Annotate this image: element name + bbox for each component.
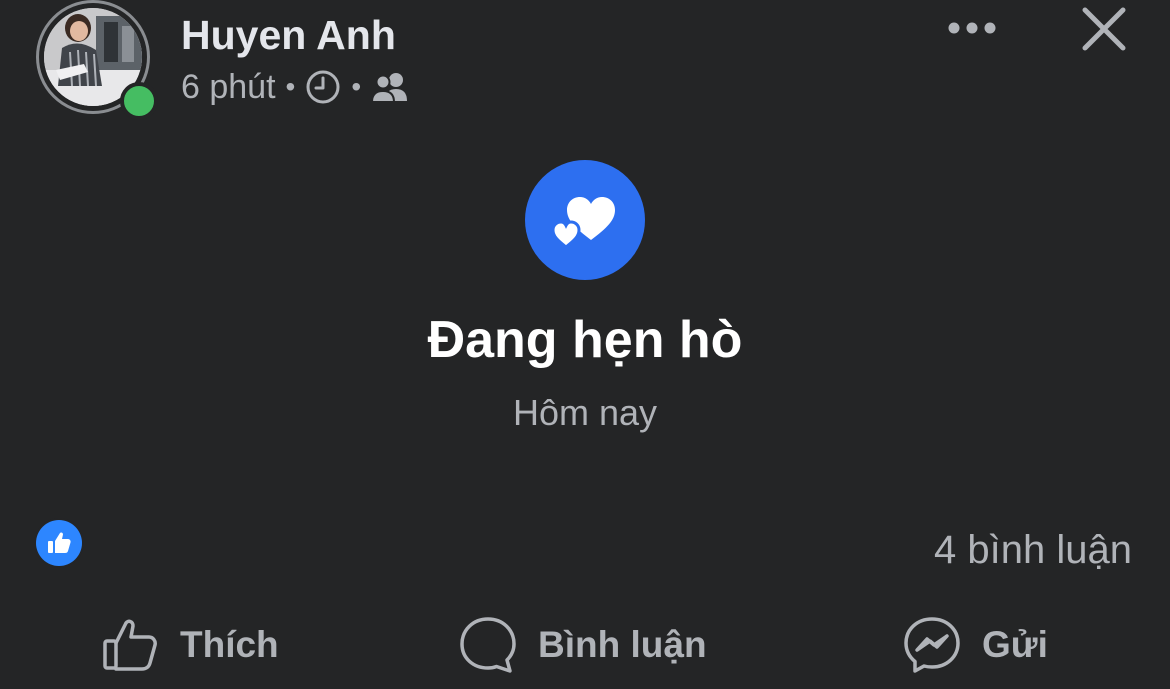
life-event-date: Hôm nay (512, 392, 658, 433)
meta-separator: • (351, 71, 362, 102)
post-header: Huyen Anh 6 phút • • (0, 0, 1170, 130)
like-button[interactable]: Thích (100, 612, 279, 678)
close-icon (1082, 7, 1126, 51)
thumbs-up-icon (103, 619, 157, 671)
more-horizontal-icon (948, 22, 996, 34)
author-name[interactable]: Huyen Anh (181, 12, 396, 59)
hearts-icon (551, 197, 615, 249)
like-reaction-icon (36, 520, 82, 566)
like-label: Thích (180, 624, 279, 665)
send-button[interactable]: Gửi (902, 612, 1048, 678)
post-time[interactable]: 6 phút (181, 68, 276, 107)
send-label: Gửi (982, 624, 1048, 665)
meta-separator: • (285, 71, 296, 102)
life-event-title: Đang hẹn hò (427, 311, 743, 369)
clock-icon (305, 69, 341, 105)
life-event-icon-badge (525, 160, 645, 280)
close-button[interactable] (1076, 2, 1132, 56)
author-avatar[interactable] (36, 0, 158, 120)
post-meta: 6 phút • • (181, 66, 409, 108)
comment-label: Bình luận (538, 624, 707, 665)
life-event: Đang hẹn hò Hôm nay (0, 160, 1170, 450)
friends-icon[interactable] (371, 71, 409, 103)
post-action-bar: Thích Bình luận Gửi (0, 600, 1170, 689)
more-options-button[interactable] (940, 8, 1004, 48)
online-status-dot (120, 82, 158, 120)
reaction-summary[interactable] (36, 520, 86, 566)
messenger-icon (904, 617, 960, 673)
comment-bubble-icon (460, 617, 516, 673)
comment-button[interactable]: Bình luận (458, 612, 707, 678)
comment-count[interactable]: 4 bình luận (934, 528, 1132, 573)
